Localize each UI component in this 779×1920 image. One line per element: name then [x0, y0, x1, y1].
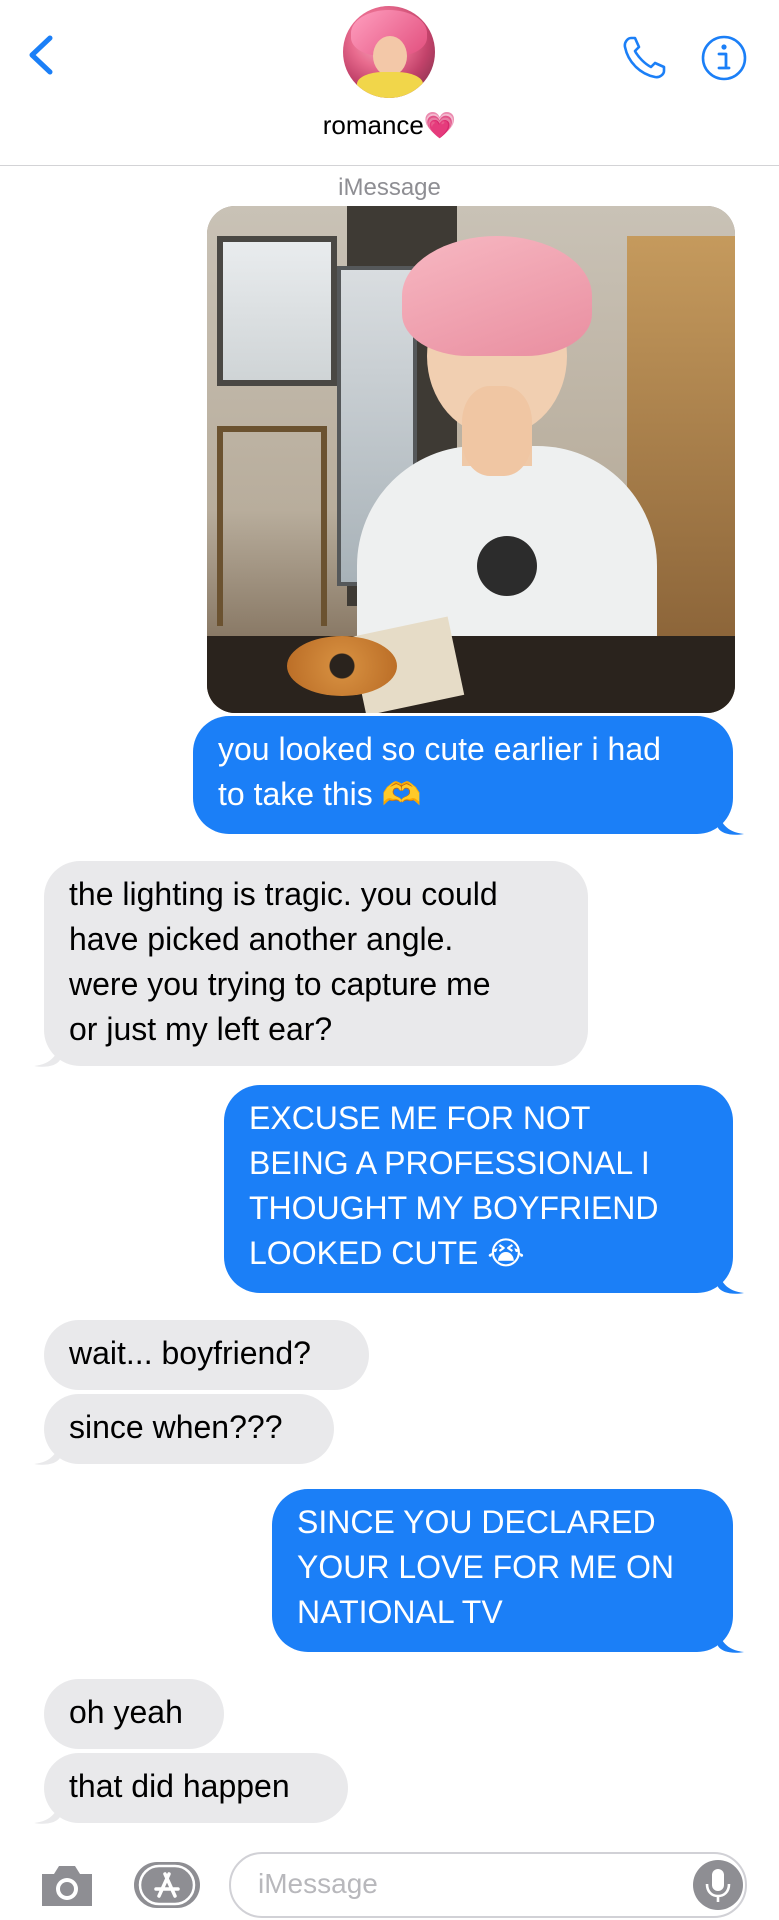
conversation-header: romance💗	[0, 0, 779, 166]
bubble-tail	[34, 1042, 60, 1067]
service-label: iMessage	[338, 174, 441, 201]
info-icon[interactable]	[700, 34, 748, 82]
photo-chair	[217, 426, 327, 626]
photo-person-hair	[402, 236, 592, 356]
contact-name[interactable]: romance💗	[0, 110, 779, 141]
app-store-icon[interactable]	[132, 1858, 202, 1912]
bubble-tail	[718, 1269, 744, 1294]
received-message-bubble[interactable]: wait... boyfriend?	[44, 1320, 369, 1390]
message-line: EXCUSE ME FOR NOT	[249, 1100, 591, 1136]
received-message-bubble[interactable]: the lighting is tragic. you could have p…	[44, 861, 588, 1066]
message-input[interactable]: iMessage	[229, 1852, 747, 1918]
sent-message-bubble[interactable]: SINCE YOU DECLARED YOUR LOVE FOR ME ON N…	[272, 1489, 733, 1652]
sent-photo-message[interactable]	[207, 206, 735, 713]
bubble-tail	[718, 1628, 744, 1653]
sent-message-bubble[interactable]: EXCUSE ME FOR NOT BEING A PROFESSIONAL I…	[224, 1085, 733, 1293]
photo-window	[217, 236, 337, 386]
microphone-icon[interactable]	[693, 1860, 743, 1910]
message-line: to take this 🫶	[218, 776, 422, 812]
bubble-tail	[34, 1799, 60, 1824]
message-line: were you trying to capture me	[69, 966, 491, 1002]
chevron-left-icon[interactable]	[22, 28, 62, 82]
received-message-bubble[interactable]: since when???	[44, 1394, 334, 1464]
photo-table	[207, 636, 735, 713]
message-line: since when???	[69, 1409, 283, 1445]
received-message-bubble[interactable]: that did happen	[44, 1753, 348, 1823]
message-line: SINCE YOU DECLARED	[297, 1504, 656, 1540]
photo-person-hand	[462, 386, 532, 476]
message-line: LOOKED CUTE 😭	[249, 1235, 525, 1271]
message-line: oh yeah	[69, 1694, 183, 1730]
message-line: you looked so cute earlier i had	[218, 731, 661, 767]
bubble-tail	[718, 810, 744, 835]
camera-icon[interactable]	[38, 1862, 96, 1910]
message-line: THOUGHT MY BOYFRIEND	[249, 1190, 659, 1226]
phone-icon[interactable]	[618, 32, 670, 84]
message-line: wait... boyfriend?	[69, 1335, 311, 1371]
avatar-face	[373, 36, 407, 76]
bubble-tail	[34, 1440, 60, 1465]
message-line: YOUR LOVE FOR ME ON	[297, 1549, 674, 1585]
message-line: NATIONAL TV	[297, 1594, 503, 1630]
avatar-shirt	[357, 72, 423, 98]
received-message-bubble[interactable]: oh yeah	[44, 1679, 224, 1749]
microphone-glyph	[705, 1869, 731, 1902]
photo-bagel	[287, 636, 397, 696]
photo-shirt-print	[477, 536, 537, 596]
message-line: or just my left ear?	[69, 1011, 333, 1047]
message-line: that did happen	[69, 1768, 290, 1804]
sent-message-bubble[interactable]: you looked so cute earlier i had to take…	[193, 716, 733, 834]
message-input-placeholder: iMessage	[258, 1868, 378, 1899]
contact-avatar[interactable]	[343, 6, 435, 98]
message-line: have picked another angle.	[69, 921, 454, 957]
message-line: the lighting is tragic. you could	[69, 876, 498, 912]
message-line: BEING A PROFESSIONAL I	[249, 1145, 650, 1181]
